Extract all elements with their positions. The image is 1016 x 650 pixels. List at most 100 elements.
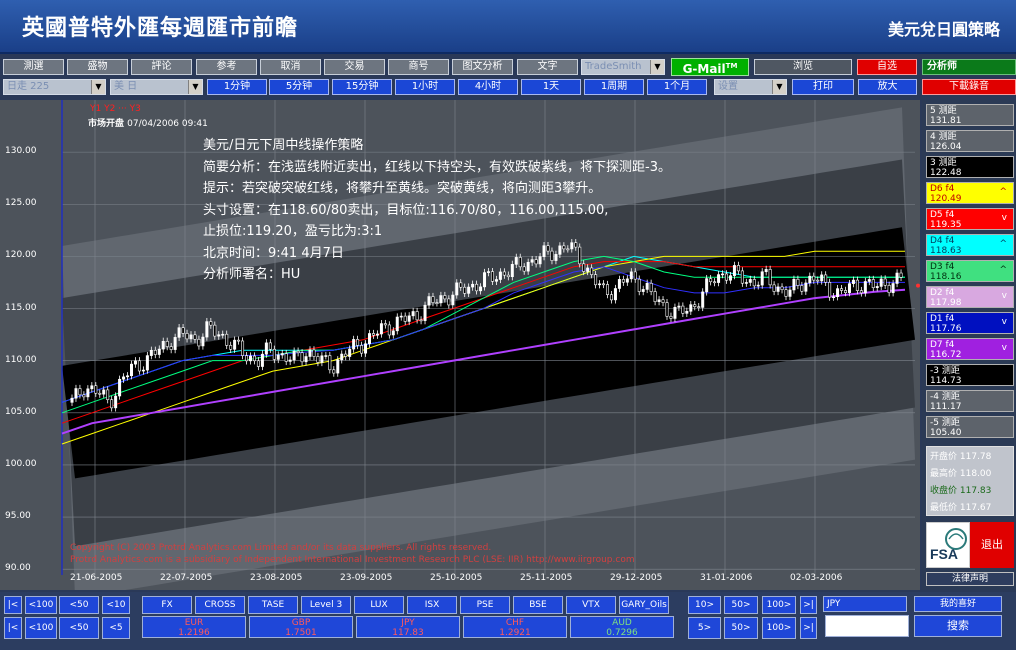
search-button[interactable]: 搜索: [914, 615, 1002, 637]
favorites-button[interactable]: 我的喜好: [914, 596, 1002, 612]
nav-back-button[interactable]: <5: [102, 617, 130, 639]
instrument-tab[interactable]: GARY_Oils: [619, 596, 669, 614]
instrument-tab[interactable]: Level 3: [301, 596, 351, 614]
nav-back-button[interactable]: <50: [59, 596, 99, 614]
browse-button[interactable]: 浏览: [754, 59, 852, 75]
level-item[interactable]: 4 测距 126.04: [926, 130, 1014, 152]
interval-button[interactable]: 1分钟: [207, 79, 267, 95]
quote-value: 117.83: [392, 628, 424, 638]
level-label: 4 测距: [930, 132, 957, 142]
market-select[interactable]: 日走 225 ▼: [3, 79, 106, 95]
nav-back-button[interactable]: <100: [25, 617, 57, 639]
settings-select[interactable]: 设置 ▼: [714, 79, 787, 95]
level-item[interactable]: D2 f4 117.98 v: [926, 286, 1014, 308]
nav-back-button[interactable]: <10: [102, 596, 130, 614]
instrument-tab[interactable]: ISX: [407, 596, 457, 614]
level-item[interactable]: D3 f4 118.16 ^: [926, 260, 1014, 282]
chevron-down-icon[interactable]: ▼: [188, 80, 202, 94]
interval-button[interactable]: 4小时: [458, 79, 518, 95]
print-button[interactable]: 打印: [792, 79, 854, 95]
quote-cell[interactable]: AUD 0.7296: [570, 616, 674, 638]
nav-back-button[interactable]: |<: [4, 617, 22, 639]
level-item[interactable]: D5 f4 119.35 v: [926, 208, 1014, 230]
legal-notice-link[interactable]: 法律声明: [926, 572, 1014, 586]
search-input[interactable]: [825, 615, 909, 637]
zoom-button[interactable]: 放大: [858, 79, 917, 95]
toolbar-button[interactable]: 商号: [388, 59, 449, 75]
strategy-note-line: 分析师署名：HU: [203, 267, 301, 282]
chevron-down-icon[interactable]: ▼: [91, 80, 105, 94]
instrument-tab[interactable]: LUX: [354, 596, 404, 614]
nav-back-button[interactable]: <50: [59, 617, 99, 639]
nav-forward-button[interactable]: 100>: [762, 596, 796, 614]
nav-forward-button[interactable]: >|: [800, 596, 817, 614]
level-item[interactable]: D1 f4 117.76 v: [926, 312, 1014, 334]
candle-body: [796, 278, 800, 286]
toolbar-button[interactable]: 图文分析: [452, 59, 513, 75]
level-item[interactable]: D4 f4 118.63 ^: [926, 234, 1014, 256]
level-value: 118.63: [930, 246, 962, 256]
nav-back-button[interactable]: <100: [25, 596, 57, 614]
toolbar-button[interactable]: 参考: [196, 59, 257, 75]
exit-button[interactable]: 退出: [970, 522, 1014, 568]
interval-button[interactable]: 15分钟: [332, 79, 392, 95]
trade-select[interactable]: TradeSmith ▼: [581, 59, 665, 75]
candle-body: [800, 285, 804, 292]
analyst-tab[interactable]: 分析师: [922, 59, 1016, 75]
toolbar-button[interactable]: 文字: [517, 59, 578, 75]
instrument-tab[interactable]: CROSS: [195, 596, 245, 614]
nav-forward-button[interactable]: 100>: [762, 617, 796, 639]
candle-body: [851, 279, 855, 284]
level-item[interactable]: 3 测距 122.48: [926, 156, 1014, 178]
nav-forward-button[interactable]: 5>: [688, 617, 721, 639]
interval-button[interactable]: 1周期: [584, 79, 644, 95]
level-item[interactable]: -3 测距 114.73: [926, 364, 1014, 386]
nav-forward-button[interactable]: 50>: [724, 596, 758, 614]
level-value: 118.16: [930, 272, 962, 282]
nav-forward-button[interactable]: 10>: [688, 596, 721, 614]
level-item[interactable]: -5 测距 105.40: [926, 416, 1014, 438]
interval-button[interactable]: 1小时: [395, 79, 455, 95]
quote-cell[interactable]: CHF 1.2921: [463, 616, 567, 638]
interval-button[interactable]: 1天: [521, 79, 581, 95]
quote-cell[interactable]: EUR 1.2196: [142, 616, 246, 638]
instrument-tab[interactable]: PSE: [460, 596, 510, 614]
level-item[interactable]: D6 f4 120.49 ^: [926, 182, 1014, 204]
toolbar-button[interactable]: 盛物: [67, 59, 128, 75]
nav-back-button[interactable]: |<: [4, 596, 22, 614]
level-label: -5 测距: [930, 418, 960, 428]
nav-forward-button[interactable]: >|: [800, 617, 817, 639]
candle-body: [895, 272, 899, 284]
candle-body: [221, 333, 225, 336]
candle-body: [177, 327, 181, 338]
symbol-input[interactable]: JPY: [823, 596, 907, 612]
candle-body: [149, 349, 153, 356]
toolbar-button[interactable]: 評论: [131, 59, 192, 75]
interval-button[interactable]: 5分钟: [269, 79, 329, 95]
toolbar-button[interactable]: 交易: [324, 59, 385, 75]
instrument-tab[interactable]: FX: [142, 596, 192, 614]
instrument-tab[interactable]: BSE: [513, 596, 563, 614]
quote-cell[interactable]: GBP 1.7501: [249, 616, 353, 638]
level-item[interactable]: D7 f4 116.72 v: [926, 338, 1014, 360]
instrument-tab[interactable]: VTX: [566, 596, 616, 614]
nav-forward-button[interactable]: 50>: [724, 617, 758, 639]
chevron-down-icon[interactable]: ▼: [650, 60, 664, 74]
gmail-button[interactable]: G-MailTM: [671, 58, 749, 76]
level-item[interactable]: 5 测距 131.81: [926, 104, 1014, 126]
toolbar-button[interactable]: 取消: [260, 59, 321, 75]
chevron-down-icon[interactable]: ▼: [772, 80, 786, 94]
level-item[interactable]: -4 测距 111.17: [926, 390, 1014, 412]
price-summary: 开盘价 117.78 最高价 118.00 收盘价 117.83 最低价 117…: [926, 446, 1014, 516]
candle-body: [479, 286, 483, 292]
high-price: 最高价 118.00: [930, 469, 992, 479]
interval-button[interactable]: 1个月: [647, 79, 707, 95]
download-audio-button[interactable]: 下載錄音: [922, 79, 1016, 95]
instrument-tab[interactable]: TASE: [248, 596, 298, 614]
quote-cell[interactable]: JPY 117.83: [356, 616, 460, 638]
candle-body: [383, 323, 387, 326]
candle-body: [367, 333, 371, 345]
pair-select[interactable]: 美 日 ▼: [110, 79, 203, 95]
auto-select-button[interactable]: 自选: [857, 59, 917, 75]
toolbar-button[interactable]: 測選: [3, 59, 64, 75]
